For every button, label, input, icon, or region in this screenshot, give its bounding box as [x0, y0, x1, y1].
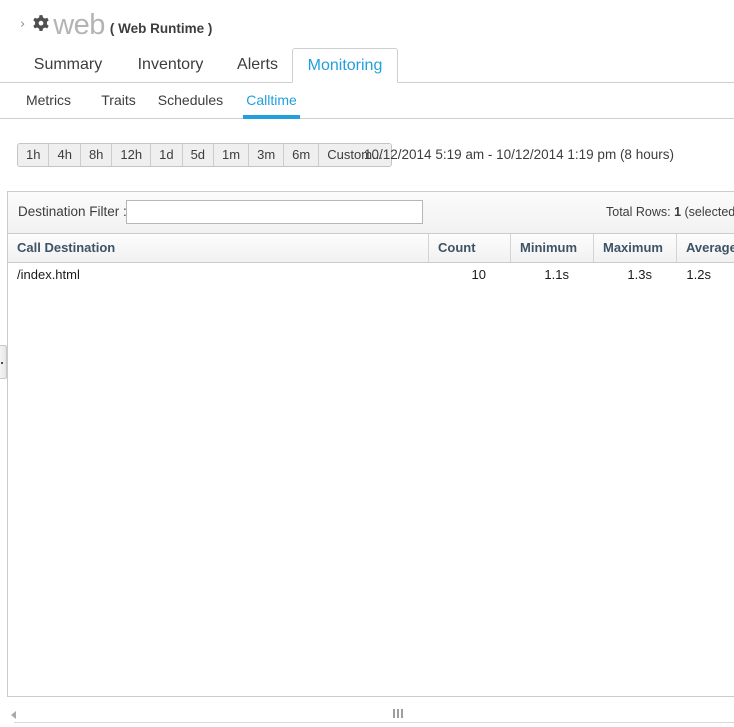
- calltime-panel: Destination Filter : Total Rows: 1 (sele…: [7, 191, 734, 697]
- total-rows-status: Total Rows: 1 (selected:: [606, 205, 734, 219]
- splitter-grip-icon: [1, 362, 3, 364]
- time-range-toolbar: 1h 4h 8h 12h 1d 5d 1m 3m 6m Custom... 10/12/2014 …: [0, 133, 734, 180]
- table-body: /index.html 10 1.1s 1.3s 1.2s: [8, 263, 734, 287]
- calltime-table: Call Destination Count Minimum Maximum Avera…: [8, 234, 734, 287]
- time-range-button-8h[interactable]: 8h: [80, 144, 113, 166]
- subtab-schedules[interactable]: Schedules: [156, 84, 225, 119]
- total-rows-count: 1: [674, 205, 682, 219]
- horizontal-scrollbar[interactable]: [0, 704, 734, 727]
- breadcrumb-expand-chevron-icon[interactable]: ›: [20, 18, 25, 31]
- column-header-maximum[interactable]: Maximum: [593, 234, 676, 262]
- column-header-call-destination[interactable]: Call Destination: [8, 234, 428, 262]
- scroll-left-arrow-icon[interactable]: [11, 711, 16, 719]
- column-header-average[interactable]: Average: [676, 234, 734, 262]
- filter-bar: Destination Filter : Total Rows: 1 (sele…: [8, 192, 734, 234]
- column-header-minimum[interactable]: Minimum: [510, 234, 593, 262]
- time-range-button-1h[interactable]: 1h: [18, 144, 50, 166]
- time-range-button-1m[interactable]: 1m: [214, 144, 250, 166]
- tab-summary[interactable]: Summary: [16, 48, 120, 83]
- cell-call-destination: /index.html: [17, 267, 80, 282]
- resource-name: web: [53, 8, 105, 41]
- time-range-button-6m[interactable]: 6m: [284, 144, 320, 166]
- sub-tab-bar: Metrics Traits Schedules Calltime: [0, 84, 734, 119]
- time-range-button-group: 1h 4h 8h 12h 1d 5d 1m 3m 6m Custom...: [17, 143, 392, 167]
- tab-inventory[interactable]: Inventory: [118, 48, 223, 83]
- destination-filter-label: Destination Filter :: [18, 204, 127, 219]
- breadcrumb: › web ( Web Runtime ): [0, 0, 734, 48]
- time-range-button-12h[interactable]: 12h: [112, 144, 152, 166]
- total-rows-suffix: (selected:: [681, 205, 734, 219]
- primary-tab-bar: Summary Inventory Alerts Monitoring: [0, 48, 734, 83]
- destination-filter-input[interactable]: [126, 200, 423, 224]
- time-range-button-5d[interactable]: 5d: [182, 144, 215, 166]
- subtab-calltime[interactable]: Calltime: [243, 84, 300, 119]
- tab-alerts[interactable]: Alerts: [221, 48, 294, 83]
- table-header-row: Call Destination Count Minimum Maximum Avera…: [8, 234, 734, 263]
- resource-type: ( Web Runtime ): [109, 20, 213, 36]
- left-panel-splitter-handle[interactable]: [0, 345, 7, 379]
- cell-average: 1.2s: [686, 267, 711, 282]
- scroll-grip-icon[interactable]: [393, 709, 404, 718]
- gear-icon: [30, 14, 52, 36]
- column-header-count[interactable]: Count: [428, 234, 510, 262]
- total-rows-prefix: Total Rows:: [606, 205, 675, 219]
- time-range-label: 10/12/2014 5:19 am - 10/12/2014 1:19 pm …: [364, 147, 674, 162]
- subtab-metrics[interactable]: Metrics: [20, 84, 77, 119]
- table-row[interactable]: /index.html 10 1.1s 1.3s 1.2s: [8, 263, 734, 287]
- time-range-button-4h[interactable]: 4h: [49, 144, 81, 166]
- cell-count: 10: [471, 267, 486, 282]
- time-range-button-3m[interactable]: 3m: [249, 144, 285, 166]
- time-range-button-1d[interactable]: 1d: [151, 144, 183, 166]
- cell-minimum: 1.1s: [544, 267, 569, 282]
- subtab-traits[interactable]: Traits: [95, 84, 142, 119]
- tab-monitoring[interactable]: Monitoring: [292, 48, 398, 83]
- cell-maximum: 1.3s: [627, 267, 652, 282]
